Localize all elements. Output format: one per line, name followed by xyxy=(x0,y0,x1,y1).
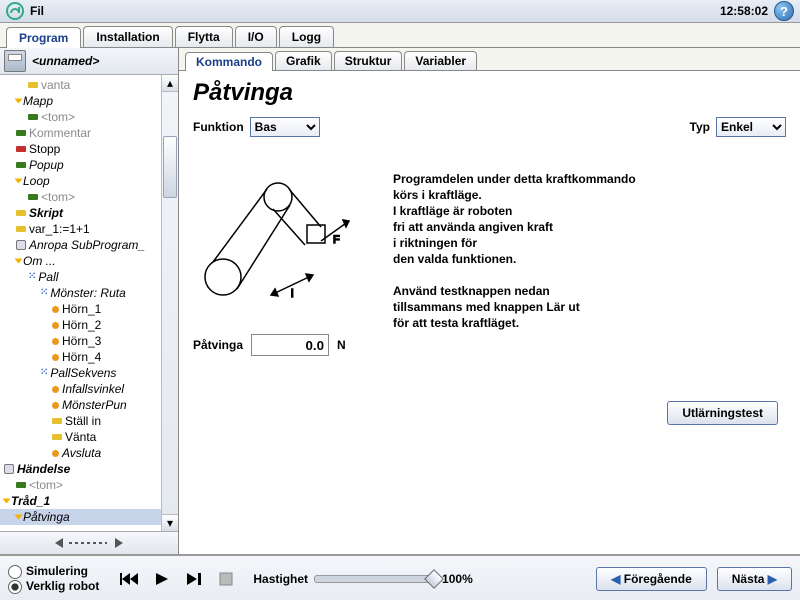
teach-test-button[interactable]: Utlärningstest xyxy=(667,401,778,425)
tree-node[interactable]: Loop xyxy=(0,173,178,189)
tree-node[interactable]: ⁙Pall xyxy=(0,269,178,285)
file-menu[interactable]: Fil xyxy=(30,4,44,18)
tree-node[interactable]: Händelse xyxy=(0,461,178,477)
tree-node[interactable]: ⁙PallSekvens xyxy=(0,365,178,381)
tree-node[interactable]: Stopp xyxy=(0,141,178,157)
speed-label: Hastighet xyxy=(253,572,308,586)
next-button[interactable]: Nästa ▶ xyxy=(717,567,792,591)
tree-node[interactable]: Mapp xyxy=(0,93,178,109)
tree-node[interactable]: <tom> xyxy=(0,189,178,205)
tree-node[interactable]: ⁙Mönster: Ruta xyxy=(0,285,178,301)
play-icon[interactable] xyxy=(151,569,173,589)
subtab-kommando[interactable]: Kommando xyxy=(185,52,273,71)
description-text: Programdelen under detta kraftkommandokö… xyxy=(393,167,636,356)
tree-node[interactable]: Påtvinga xyxy=(0,509,178,525)
real-radio[interactable] xyxy=(8,580,22,594)
svg-text:F: F xyxy=(333,234,340,246)
help-icon[interactable]: ? xyxy=(774,1,794,21)
tree-node[interactable]: MönsterPun xyxy=(0,397,178,413)
tree-node[interactable]: Kommentar xyxy=(0,125,178,141)
tree-node[interactable]: <tom> xyxy=(0,109,178,125)
ur-logo-icon xyxy=(6,2,24,20)
tree-node[interactable]: Hörn_4 xyxy=(0,349,178,365)
sub-tab-bar: Kommando Grafik Struktur Variabler xyxy=(179,48,800,71)
force-unit: N xyxy=(337,338,346,352)
tree-node[interactable]: Skript xyxy=(0,205,178,221)
tree-node[interactable]: vanta xyxy=(0,77,178,93)
tree-node[interactable]: Anropa SubProgram_ xyxy=(0,237,178,253)
sim-label: Simulering xyxy=(26,564,88,579)
tree-node[interactable]: Tråd_1 xyxy=(0,493,178,509)
program-title: <unnamed> xyxy=(32,54,99,68)
typ-select[interactable]: Enkel xyxy=(716,117,786,137)
scroll-down-icon[interactable]: ▾ xyxy=(162,514,178,531)
tree-node[interactable]: Popup xyxy=(0,157,178,173)
typ-label: Typ xyxy=(690,120,710,134)
speed-value: 100% xyxy=(442,572,473,586)
speed-slider[interactable] xyxy=(314,575,436,583)
tab-io[interactable]: I/O xyxy=(235,26,277,47)
tree-node[interactable]: Om ... xyxy=(0,253,178,269)
tree-node[interactable]: var_1:=1+1 xyxy=(0,221,178,237)
real-label: Verklig robot xyxy=(26,579,99,594)
tree-node[interactable]: Hörn_1 xyxy=(0,301,178,317)
subtab-struktur[interactable]: Struktur xyxy=(334,51,403,70)
tree-node[interactable]: Hörn_2 xyxy=(0,317,178,333)
stop-icon[interactable] xyxy=(215,569,237,589)
tab-installation[interactable]: Installation xyxy=(83,26,172,47)
tree-node[interactable]: Avsluta xyxy=(0,445,178,461)
program-tree[interactable]: ▴ ▾ vantaMapp<tom>KommentarStoppPopupLoo… xyxy=(0,75,178,531)
tree-node[interactable]: <tom> xyxy=(0,477,178,493)
prev-button[interactable]: ◀ Föregående xyxy=(596,567,707,591)
tree-scrollbar[interactable]: ▴ ▾ xyxy=(161,75,178,531)
tree-h-scroll[interactable] xyxy=(0,531,178,554)
main-tab-bar: Program Installation Flytta I/O Logg xyxy=(0,23,800,47)
funktion-select[interactable]: Bas xyxy=(250,117,320,137)
scroll-up-icon[interactable]: ▴ xyxy=(162,75,178,92)
force-diagram-icon: F l xyxy=(193,167,373,327)
tree-node[interactable]: Infallsvinkel xyxy=(0,381,178,397)
tree-node[interactable]: Vänta xyxy=(0,429,178,445)
funktion-label: Funktion xyxy=(193,120,244,134)
subtab-grafik[interactable]: Grafik xyxy=(275,51,332,70)
force-input[interactable] xyxy=(251,334,329,356)
rewind-icon[interactable] xyxy=(119,569,141,589)
step-icon[interactable] xyxy=(183,569,205,589)
svg-text:l: l xyxy=(291,288,293,300)
subtab-variabler[interactable]: Variabler xyxy=(404,51,477,70)
scroll-thumb[interactable] xyxy=(163,136,177,198)
tab-logg[interactable]: Logg xyxy=(279,26,334,47)
save-icon[interactable] xyxy=(4,50,26,72)
tree-node[interactable]: Hörn_3 xyxy=(0,333,178,349)
tree-node[interactable]: Ställ in xyxy=(0,413,178,429)
clock: 12:58:02 xyxy=(720,4,768,18)
sim-radio[interactable] xyxy=(8,565,22,579)
tab-flytta[interactable]: Flytta xyxy=(175,26,233,47)
tab-program[interactable]: Program xyxy=(6,27,81,48)
page-title: Påtvinga xyxy=(193,79,786,107)
force-label: Påtvinga xyxy=(193,338,243,352)
